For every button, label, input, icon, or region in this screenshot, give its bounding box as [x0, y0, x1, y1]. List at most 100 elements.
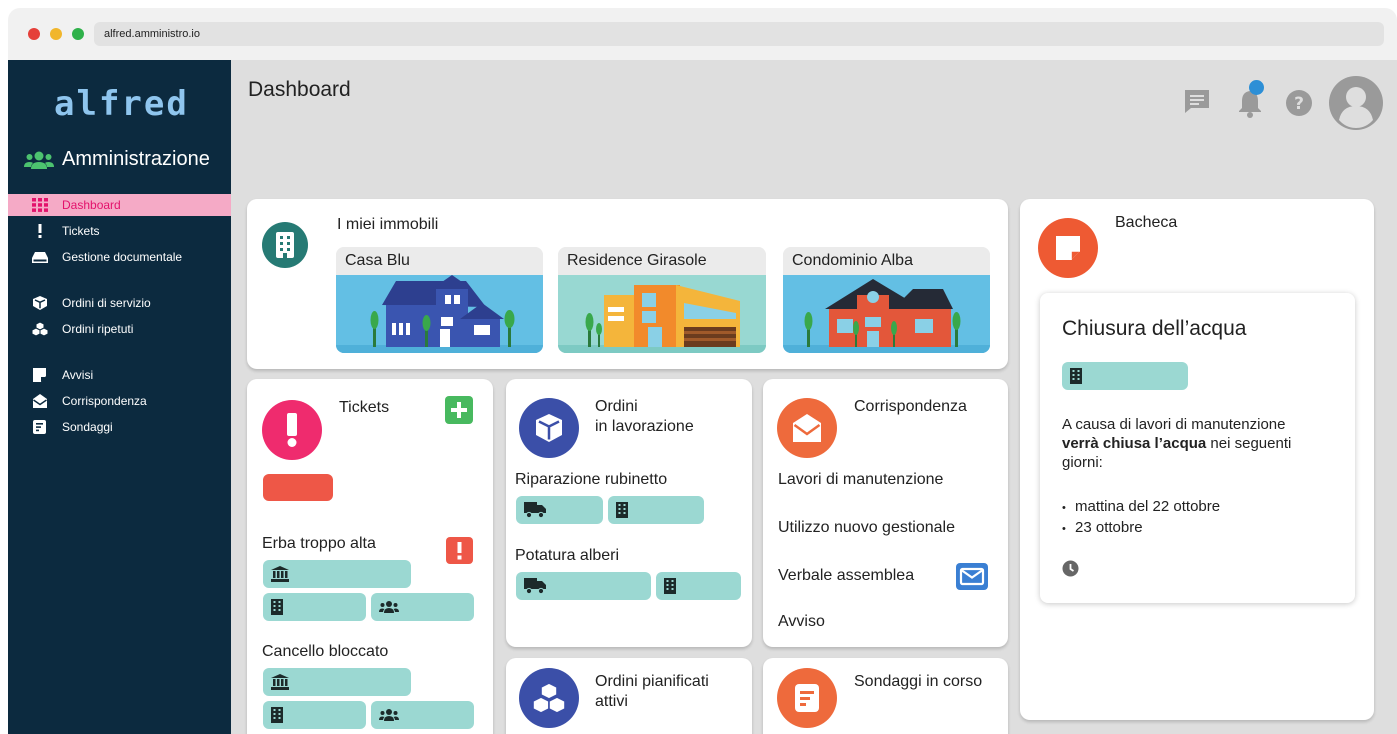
app-logo[interactable]: alfred: [54, 84, 189, 124]
exclamation-icon: [38, 224, 42, 238]
ordine-truck-chip[interactable]: [516, 572, 651, 600]
immobili-title: I miei immobili: [337, 216, 439, 233]
ticket-item-label[interactable]: Erba troppo alta: [262, 535, 376, 553]
ordini-icon-circle: [519, 398, 579, 458]
bacheca-title: Bacheca: [1115, 214, 1178, 231]
condominio-illustration: [783, 275, 990, 353]
page-title: Dashboard: [248, 78, 351, 101]
building-icon: [664, 578, 676, 594]
bacheca-card: Bacheca Chiusura dell’acqua A causa di l…: [1020, 199, 1374, 720]
drive-icon: [32, 252, 48, 263]
post-date-text: 23 ottobre: [1075, 519, 1143, 536]
add-ticket-button[interactable]: [445, 396, 473, 424]
post-text-bold: verrà chiusa l’acqua: [1062, 435, 1207, 452]
post-date-text: mattina del 22 ottobre: [1075, 498, 1221, 515]
ticket-building-chip[interactable]: [263, 701, 366, 729]
property-name: Casa Blu: [336, 247, 543, 275]
ordini-title-line1: Ordini: [595, 398, 638, 415]
sidebar-item-label: Avvisi: [62, 368, 94, 382]
maximize-window-dot[interactable]: [72, 28, 84, 40]
ordini-title-line2: in lavorazione: [595, 418, 694, 435]
truck-icon: [524, 578, 546, 594]
sidebar-item-label: Sondaggi: [62, 420, 113, 434]
ticket-users-chip[interactable]: [371, 701, 474, 729]
minimize-window-dot[interactable]: [50, 28, 62, 40]
sidebar-item-tickets[interactable]: Tickets: [8, 220, 231, 242]
post-body: A causa di lavori di manutenzione verrà …: [1062, 415, 1292, 472]
bank-icon: [271, 674, 289, 690]
envelope-open-icon: [793, 414, 821, 442]
sidebar-item-dashboard[interactable]: Dashboard: [8, 194, 231, 216]
priority-badge[interactable]: [263, 474, 333, 501]
immobili-card: I miei immobili Casa Blu Residence Giras…: [247, 199, 1008, 369]
sidebar-item-label: Ordini ripetuti: [62, 322, 134, 336]
sidebar-item-avvisi[interactable]: Avvisi: [8, 364, 231, 386]
clock-icon: [1062, 560, 1079, 577]
poll-icon: [33, 420, 46, 434]
property-card-residence-girasole[interactable]: Residence Girasole: [558, 247, 766, 353]
property-card-casa-blu[interactable]: Casa Blu: [336, 247, 543, 353]
ticket-item-label[interactable]: Cancello bloccato: [262, 643, 388, 661]
bank-icon: [271, 566, 289, 582]
ticket-institution-chip[interactable]: [263, 560, 411, 588]
ordine-item-label[interactable]: Potatura alberi: [515, 547, 619, 565]
sidebar-item-gestione-documentale[interactable]: Gestione documentale: [8, 246, 231, 268]
section-label: Amministrazione: [62, 148, 210, 170]
svg-text:?: ?: [1294, 94, 1304, 114]
corrispondenza-item-label[interactable]: Verbale assemblea: [778, 567, 914, 585]
chat-icon[interactable]: [1183, 88, 1211, 114]
ordini-pianificati-card: Ordini pianificati attivi: [506, 658, 752, 734]
sidebar-item-ordini-di-servizio[interactable]: Ordini di servizio: [8, 292, 231, 314]
boxes-icon: [32, 322, 48, 336]
help-icon[interactable]: ?: [1284, 88, 1314, 118]
ticket-building-chip[interactable]: [263, 593, 366, 621]
sidebar-item-ordini-ripetuti[interactable]: Ordini ripetuti: [8, 318, 231, 340]
users-icon: [24, 151, 54, 169]
corrispondenza-item-label[interactable]: Lavori di manutenzione: [778, 471, 943, 489]
ticket-users-chip[interactable]: [371, 593, 474, 621]
users-icon: [379, 709, 399, 721]
building-icon-circle: [262, 222, 308, 268]
bacheca-icon-circle: [1038, 218, 1098, 278]
truck-icon: [524, 502, 546, 518]
grid-icon: [32, 198, 48, 212]
building-icon: [1070, 368, 1082, 384]
ordine-item-label[interactable]: Riparazione rubinetto: [515, 471, 667, 489]
sidebar-item-label: Corrispondenza: [62, 394, 147, 408]
exclamation-icon: [287, 413, 297, 447]
box-icon: [536, 414, 562, 442]
post-building-chip[interactable]: [1062, 362, 1188, 390]
note-icon: [33, 368, 46, 382]
boxes-icon: [532, 682, 566, 714]
sidebar-item-label: Ordini di servizio: [62, 296, 151, 310]
pianificati-icon-circle: [519, 668, 579, 728]
close-window-dot[interactable]: [28, 28, 40, 40]
browser-toolbar: alfred.amministro.io: [8, 8, 1397, 60]
mail-icon[interactable]: [956, 563, 988, 590]
pianificati-title-line2: attivi: [595, 693, 628, 710]
corrispondenza-title: Corrispondenza: [854, 398, 967, 415]
box-icon: [33, 296, 47, 310]
tickets-icon-circle: [262, 400, 322, 460]
envelope-open-icon: [33, 394, 47, 408]
corrispondenza-item-label[interactable]: Utilizzo nuovo gestionale: [778, 519, 955, 537]
tickets-card: Tickets Erba troppo alta Cancello blocca…: [247, 379, 493, 734]
bacheca-post[interactable]: Chiusura dell’acqua A causa di lavori di…: [1040, 293, 1355, 603]
ordine-building-chip[interactable]: [656, 572, 741, 600]
sidebar-item-sondaggi[interactable]: Sondaggi: [8, 416, 231, 438]
building-icon: [276, 232, 294, 258]
corrispondenza-item-label[interactable]: Avviso: [778, 613, 825, 631]
ordine-truck-chip[interactable]: [516, 496, 603, 524]
ordine-building-chip[interactable]: [608, 496, 704, 524]
avatar[interactable]: [1329, 76, 1383, 130]
house-blue-illustration: [336, 275, 543, 353]
notifications[interactable]: [1236, 80, 1266, 118]
notification-badge: [1249, 80, 1264, 95]
address-bar[interactable]: alfred.amministro.io: [94, 22, 1384, 46]
sidebar-item-corrispondenza[interactable]: Corrispondenza: [8, 390, 231, 412]
ticket-institution-chip[interactable]: [263, 668, 411, 696]
residence-illustration: [558, 275, 766, 353]
post-text-before: A causa di lavori di manutenzione: [1062, 416, 1286, 433]
corrispondenza-icon-circle: [777, 398, 837, 458]
property-card-condominio-alba[interactable]: Condominio Alba: [783, 247, 990, 353]
